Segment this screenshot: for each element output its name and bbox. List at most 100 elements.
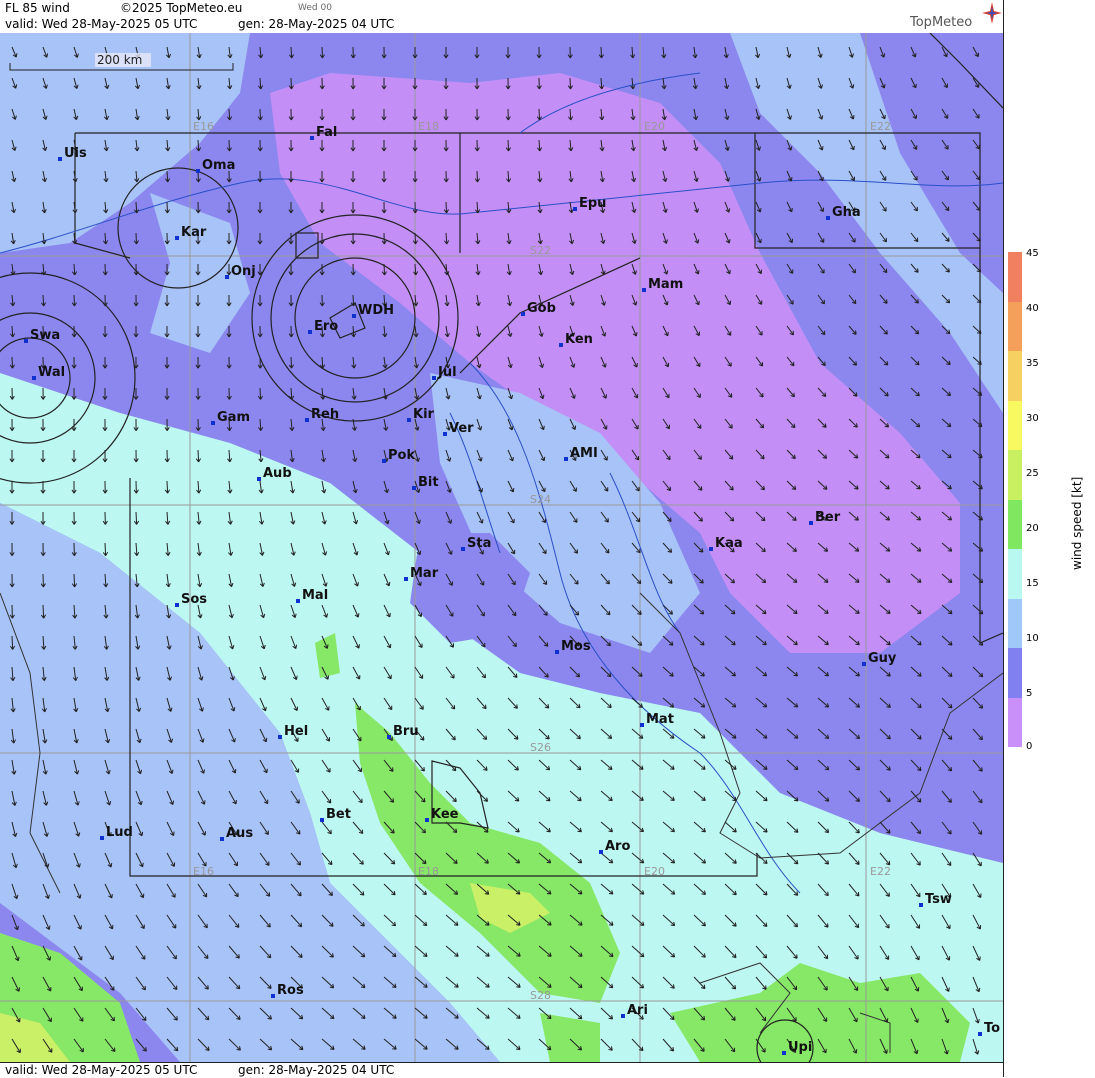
legend-tick: 10	[1026, 633, 1039, 644]
place-label: Kaa	[715, 536, 743, 551]
lon-label-e22-top: E22	[870, 120, 891, 133]
legend-color-segment	[1008, 697, 1022, 747]
legend-tick: 35	[1026, 358, 1039, 369]
legend-tick: 20	[1026, 523, 1039, 534]
place-swa: Swa	[24, 328, 60, 343]
lon-label-e18-top: E18	[418, 120, 439, 133]
place-label: Sos	[181, 592, 207, 607]
legend-title: wind speed [kt]	[1070, 476, 1084, 570]
wind-speed-legend: 45 40 35 30 25 20 15 10 5 0 wind speed […	[1003, 0, 1095, 1077]
legend-color-segment	[1008, 400, 1022, 450]
place-label: WDH	[358, 303, 394, 318]
place-label: Hel	[284, 724, 308, 739]
place-wdh: WDH	[352, 303, 394, 318]
place-label: Guy	[868, 651, 897, 666]
lat-label-s24: S24	[530, 493, 551, 506]
place-label: Mat	[646, 712, 674, 727]
place-mar: Mar	[404, 566, 439, 581]
legend-tick: 5	[1026, 688, 1033, 699]
legend-color-segment	[1008, 351, 1022, 401]
place-label: Aub	[263, 466, 292, 481]
place-gam: Gam	[211, 410, 250, 425]
place-label: Tsw	[925, 892, 952, 907]
place-label: Mos	[561, 639, 591, 654]
place-label: Fal	[316, 125, 337, 140]
legend-color-segment	[1008, 252, 1022, 302]
legend-color-segment	[1008, 301, 1022, 351]
place-label: To	[984, 1021, 1000, 1036]
legend-color-bar	[1008, 252, 1022, 747]
logo-text: TopMeteo	[910, 15, 973, 30]
place-gha: Gha	[826, 205, 861, 220]
place-mam: Mam	[642, 277, 683, 292]
place-label: Onj	[231, 264, 256, 279]
place-label: Uis	[64, 146, 87, 161]
footer-valid-time: valid: Wed 28-May-2025 05 UTC	[5, 1063, 198, 1077]
legend-tick: 30	[1026, 413, 1039, 424]
legend-tick: 25	[1026, 468, 1039, 479]
legend-color-segment	[1008, 598, 1022, 648]
place-label: Kee	[431, 807, 459, 822]
place-pok: Pok	[382, 448, 415, 463]
legend-tick: 40	[1026, 303, 1039, 314]
place-label: Upi	[788, 1040, 812, 1055]
lon-label-e22-bottom: E22	[870, 865, 891, 878]
legend-color-segment	[1008, 549, 1022, 599]
header-bar: FL 85 wind ©2025 TopMeteo.eu Wed 00 vali…	[0, 0, 1003, 34]
scale-bar-label: 200 km	[97, 53, 142, 67]
compass-logo-icon	[982, 2, 1002, 24]
place-mos: Mos	[555, 639, 591, 654]
place-label: Wal	[38, 365, 65, 380]
place-label: Ken	[565, 332, 593, 347]
place-label: Jul	[437, 365, 457, 380]
lon-label-e18-bottom: E18	[418, 865, 439, 878]
place-mat: Mat	[640, 712, 674, 727]
copyright: ©2025 TopMeteo.eu	[120, 1, 243, 15]
wind-map[interactable]: E16 E18 E20 E22 E16 E18 E20 E22 S22 S24 …	[0, 33, 1003, 1062]
place-label: Bet	[326, 807, 351, 822]
place-epu: Epu	[573, 196, 606, 211]
place-label: Sta	[467, 536, 491, 551]
generated-time: gen: 28-May-2025 04 UTC	[238, 17, 395, 31]
place-label: Aus	[226, 826, 253, 841]
place-reh: Reh	[305, 407, 339, 422]
valid-time: valid: Wed 28-May-2025 05 UTC	[5, 17, 198, 31]
place-label: Gha	[832, 205, 861, 220]
lon-label-e16-bottom: E16	[193, 865, 214, 878]
place-label: Lud	[106, 825, 133, 840]
place-label: Mar	[410, 566, 439, 581]
place-kaa: Kaa	[709, 536, 743, 551]
place-label: Kar	[181, 225, 207, 240]
place-label: Ero	[314, 319, 338, 334]
place-label: Pok	[388, 448, 415, 463]
place-label: AMI	[570, 446, 598, 461]
place-label: Ros	[277, 983, 304, 998]
legend-color-segment	[1008, 499, 1022, 549]
lon-label-e20-top: E20	[644, 120, 665, 133]
place-ami: AMI	[564, 446, 598, 461]
legend-tick: 45	[1026, 248, 1039, 259]
place-label: Swa	[30, 328, 60, 343]
lat-label-s26: S26	[530, 741, 551, 754]
footer-bar: valid: Wed 28-May-2025 05 UTC gen: 28-Ma…	[0, 1062, 1003, 1078]
place-label: Ber	[815, 510, 841, 525]
place-label: Bru	[393, 724, 419, 739]
place-gob: Gob	[521, 301, 556, 316]
place-guy: Guy	[862, 651, 897, 666]
footer-generated-time: gen: 28-May-2025 04 UTC	[238, 1063, 395, 1077]
place-label: Mal	[302, 588, 328, 603]
legend-color-segment	[1008, 648, 1022, 698]
lat-label-s28: S28	[530, 989, 551, 1002]
place-label: Ari	[627, 1003, 648, 1018]
legend-tick: 0	[1026, 741, 1033, 752]
place-label: Bit	[418, 475, 439, 490]
place-kee: Kee	[425, 807, 459, 822]
place-label: Aro	[605, 839, 630, 854]
place-label: Kir	[413, 407, 435, 422]
place-label: Gob	[527, 301, 556, 316]
map-title: FL 85 wind	[5, 1, 70, 15]
lon-label-e16-top: E16	[193, 120, 214, 133]
day-code: Wed 00	[298, 3, 332, 13]
place-ken: Ken	[559, 332, 593, 347]
legend-tick: 15	[1026, 578, 1039, 589]
